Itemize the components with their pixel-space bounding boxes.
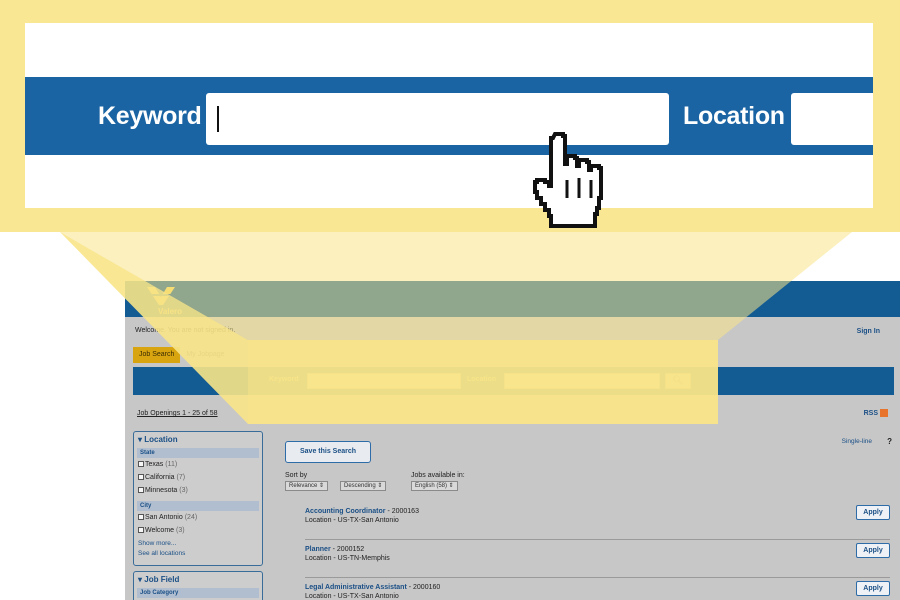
checkbox[interactable]	[138, 527, 144, 533]
job-listing: Legal Administrative Assistant - 2000160…	[305, 584, 440, 600]
logo-text: Valero	[158, 307, 183, 316]
filter-name: San Antonio	[145, 514, 183, 521]
mini-keyword-input[interactable]	[307, 373, 461, 389]
location-label: Location	[683, 102, 785, 130]
job-listing: Planner - 2000152 Location - US-TN-Memph…	[305, 546, 390, 562]
job-id: - 2000163	[385, 508, 419, 515]
zoomed-search-bar: Keyword Location	[25, 77, 873, 155]
state-header: State	[137, 448, 259, 458]
tab-my-jobpage[interactable]: My Jobpage	[180, 347, 230, 363]
careers-page-screenshot: Valero Welcome. You are not signed in. S…	[125, 281, 900, 600]
single-line-toggle[interactable]: Single-line	[842, 438, 872, 445]
filter-san-antonio[interactable]: San Antonio (24)	[138, 514, 197, 521]
city-header: City	[137, 501, 259, 511]
valero-logo[interactable]: Valero	[141, 285, 183, 316]
filter-count: (3)	[176, 527, 185, 534]
save-search-button[interactable]: Save this Search	[285, 441, 371, 463]
filter-name: Texas	[145, 461, 164, 468]
job-listing: Accounting Coordinator - 2000163 Locatio…	[305, 508, 419, 524]
filter-name: California	[145, 474, 175, 481]
divider	[305, 577, 890, 578]
hand-pointer-icon	[533, 132, 603, 228]
rss-label: RSS	[863, 409, 878, 417]
see-all-locations-link[interactable]: See all locations	[138, 550, 185, 557]
keyword-label: Keyword	[98, 102, 202, 130]
mini-keyword-label: Keyword	[269, 376, 299, 383]
checkbox[interactable]	[138, 514, 144, 520]
filter-california[interactable]: California (7)	[138, 474, 185, 481]
job-location: Location - US-TN-Memphis	[305, 555, 390, 562]
welcome-text: Welcome. You are not signed in.	[135, 327, 236, 334]
filter-minnesota[interactable]: Minnesota (3)	[138, 487, 188, 494]
logo-mark-icon	[145, 287, 177, 305]
job-title-link[interactable]: Accounting Coordinator	[305, 508, 386, 515]
sort-by-label: Sort by	[285, 472, 308, 479]
sign-in-link[interactable]: Sign In	[857, 328, 880, 335]
rss-link[interactable]: RSS	[864, 409, 888, 417]
filter-count: (24)	[184, 514, 198, 521]
filter-count: (3)	[179, 487, 188, 494]
checkbox[interactable]	[138, 487, 144, 493]
location-title-text: Location	[144, 435, 178, 444]
filter-name: Minnesota	[145, 487, 178, 494]
location-filter-title[interactable]: ▾ Location	[138, 435, 178, 444]
job-field-title-text: Job Field	[144, 575, 180, 584]
apply-button[interactable]: Apply	[856, 581, 890, 596]
location-input[interactable]	[791, 93, 873, 145]
checkbox[interactable]	[138, 474, 144, 480]
show-more-link[interactable]: Show more...	[138, 540, 176, 547]
filter-texas[interactable]: Texas (11)	[138, 461, 177, 468]
job-id: - 2000160	[406, 584, 441, 591]
checkbox[interactable]	[138, 461, 144, 467]
stage: Valero Welcome. You are not signed in. S…	[0, 0, 900, 600]
filter-count: (11)	[165, 461, 178, 468]
help-icon[interactable]: ?	[887, 437, 892, 446]
job-location: Location - US-TX-San Antonio	[305, 593, 399, 600]
page-tabs: Job Search My Jobpage	[133, 347, 231, 363]
job-openings-count[interactable]: Job Openings 1 - 25 of 58	[137, 410, 218, 417]
sort-relevance-select[interactable]: Relevance ⇕	[285, 481, 329, 491]
select-value: Relevance	[289, 483, 318, 489]
mini-search-bar: Keyword Location 🔍︎	[133, 367, 894, 395]
filter-count: (7)	[176, 474, 186, 481]
site-header: Valero	[125, 281, 900, 317]
job-id: - 2000152	[330, 546, 365, 553]
job-field-filter-panel: ▾ Job Field Job Category	[133, 571, 263, 600]
search-button[interactable]: 🔍︎	[665, 373, 691, 389]
apply-button[interactable]: Apply	[856, 543, 890, 558]
jobs-available-label: Jobs available in:	[411, 472, 465, 479]
tab-job-search[interactable]: Job Search	[133, 347, 181, 363]
job-title-link[interactable]: Legal Administrative Assistant	[305, 584, 407, 591]
job-category-header: Job Category	[137, 588, 259, 598]
text-caret	[217, 106, 219, 132]
mini-location-label: Location	[467, 376, 497, 383]
filter-name: Welcome	[145, 527, 175, 534]
job-field-title[interactable]: ▾ Job Field	[138, 575, 179, 584]
sort-order-select[interactable]: Descending ⇕	[340, 481, 387, 491]
apply-button[interactable]: Apply	[856, 505, 890, 520]
mini-location-input[interactable]	[504, 373, 660, 389]
magnifier-icon: 🔍︎	[672, 375, 684, 385]
filter-welcome[interactable]: Welcome (3)	[138, 527, 185, 534]
divider	[305, 539, 890, 540]
language-select[interactable]: English (58) ⇕	[411, 481, 458, 491]
select-value: Descending	[344, 483, 376, 489]
zoomed-search-panel: Keyword Location	[25, 23, 873, 208]
rss-icon	[880, 409, 888, 417]
job-location: Location - US-TX-San Antonio	[305, 517, 399, 524]
location-filter-panel: ▾ Location State Texas (11) California (…	[133, 431, 263, 566]
job-title-link[interactable]: Planner	[305, 546, 331, 553]
select-value: English (58)	[415, 483, 448, 489]
